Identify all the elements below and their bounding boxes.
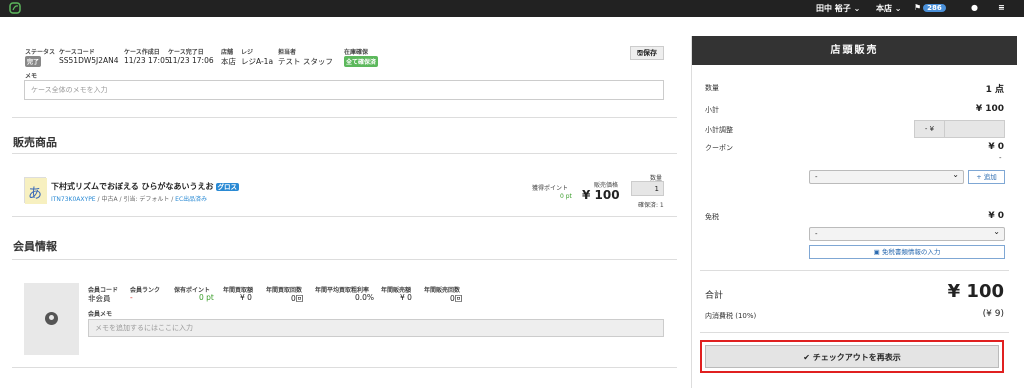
book-cover-icon: あ: [25, 178, 47, 204]
divider: [700, 332, 1009, 333]
svg-text:あ: あ: [28, 186, 42, 202]
product-title: 下村式リズムでおぼえる ひらがなあいうえお: [51, 182, 214, 191]
subtotal-adjust-input[interactable]: [944, 120, 1005, 138]
stock-label: 在庫確保: [344, 49, 369, 56]
status-badge: 完了: [25, 56, 42, 67]
sales-section-title: 販売商品: [13, 136, 57, 149]
hamburger-menu-icon[interactable]: ≡: [998, 3, 1005, 12]
created-label: ケース作成日: [124, 49, 160, 56]
register-label: レジ: [241, 49, 254, 56]
points-value: 0 pt: [560, 193, 572, 200]
member-points-value: 0 pt: [199, 293, 214, 302]
notification-badge: 286: [923, 4, 946, 12]
store-menu[interactable]: 本店 ⌄: [876, 3, 902, 14]
flag-icon: ⚑: [914, 3, 922, 12]
annual-sales-amount-value: ¥ 0: [400, 293, 412, 302]
annual-sales-count-value: 0回: [450, 294, 463, 303]
store-value: 本店: [221, 57, 236, 66]
notifications-button[interactable]: ⚑ 286: [914, 3, 946, 12]
taxfree-docs-button[interactable]: ▣ 免税書類情報の入力: [809, 245, 1005, 259]
ec-listed-link[interactable]: EC出品済み: [175, 196, 207, 203]
stock-badge: 全て確保済: [344, 56, 379, 67]
memo-label: メモ: [25, 73, 38, 80]
divider: [12, 259, 677, 260]
member-memo-label: 会員メモ: [88, 311, 113, 318]
divider: [12, 216, 677, 217]
adjust-prefix: - ¥: [914, 120, 945, 138]
chat-icon[interactable]: ●: [971, 3, 978, 12]
coupon-select[interactable]: -: [809, 170, 964, 184]
save-button[interactable]: 🖫保存: [630, 46, 664, 60]
redisplay-checkout-button[interactable]: ✔ チェックアウトを再表示: [705, 345, 999, 368]
case-memo-input[interactable]: ケース全体のメモを入力: [24, 80, 664, 100]
qty-total-value: 1 点: [985, 85, 1004, 95]
status-label: ステータス: [25, 49, 56, 56]
staff-label: 担当者: [278, 49, 297, 56]
product-meta: ITN73K0AXYPE / 中古A / 引当: デフォルト / EC出品済み: [51, 194, 207, 203]
qty-total-label: 数量: [705, 84, 719, 92]
save-label: 保存: [642, 49, 657, 57]
user-icon: [45, 312, 58, 325]
member-rank-value: -: [130, 293, 133, 302]
product-condition: / 中古A / 引当: デフォルト /: [95, 196, 176, 203]
tax-value: (¥ 9): [982, 309, 1004, 319]
sale-price: ¥ 100: [582, 188, 620, 202]
created-value: 11/23 17:05: [124, 56, 170, 65]
register-panel: 店頭販売 数量 1 点 小計 ¥ 100 小計調整 - ¥ クーポン ¥ 0 -…: [691, 36, 1017, 388]
completed-value: 11/23 17:06: [168, 56, 214, 65]
case-code-value: SS51DW5J2AN4: [59, 56, 119, 65]
member-section-title: 会員情報: [13, 240, 57, 253]
annual-buy-count-value: 0回: [291, 294, 304, 303]
store-label: 店舗: [221, 49, 234, 56]
member-avatar: [24, 283, 79, 355]
divider: [12, 367, 677, 368]
tax-label: 内消費税 (10%): [705, 312, 757, 320]
coupon-label: クーポン: [705, 144, 733, 152]
product-thumbnail[interactable]: あ: [24, 177, 47, 204]
taxfree-docs-label: 免税書類情報の入力: [881, 248, 941, 256]
add-coupon-button[interactable]: + 追加: [968, 170, 1005, 184]
completed-label: ケース完了日: [168, 49, 204, 56]
top-navbar: 田中 裕子 ⌄ 本店 ⌄ ⚑ 286 ● ≡: [0, 0, 1024, 17]
adjust-label: 小計調整: [705, 126, 733, 134]
user-menu[interactable]: 田中 裕子 ⌄: [816, 3, 860, 14]
taxfree-select[interactable]: -: [809, 227, 1005, 241]
divider: [12, 117, 677, 118]
member-code-value: 非会員: [88, 294, 111, 303]
reserved-count: 確保済: 1: [638, 202, 664, 209]
id-card-icon: ▣: [873, 248, 882, 256]
case-code-label: ケースコード: [59, 49, 95, 56]
taxfree-value: ¥ 0: [988, 211, 1004, 221]
taxfree-label: 免税: [705, 213, 719, 221]
subtotal-value: ¥ 100: [975, 104, 1004, 114]
divider: [12, 153, 677, 154]
register-title: 店頭販売: [692, 36, 1017, 65]
subtotal-label: 小計: [705, 106, 719, 114]
product-name[interactable]: 下村式リズムでおぼえる ひらがなあいうえお グロス: [51, 181, 240, 192]
quantity-input[interactable]: 1: [631, 181, 664, 196]
register-value: レジA-1a: [241, 57, 274, 66]
points-label: 獲得ポイント: [532, 185, 569, 192]
total-label: 合計: [705, 291, 724, 301]
annual-buy-amount-value: ¥ 0: [240, 293, 252, 302]
coupon-dash: -: [999, 154, 1002, 162]
staff-value: テスト スタッフ: [278, 57, 333, 66]
product-code-link[interactable]: ITN73K0AXYPE: [51, 196, 96, 203]
member-rank-label: 会員ランク: [130, 287, 161, 294]
coupon-value: ¥ 0: [988, 142, 1004, 152]
app-logo-icon[interactable]: [9, 2, 21, 14]
annual-margin-value: 0.0%: [355, 293, 375, 302]
gross-badge: グロス: [215, 183, 240, 191]
total-value: ¥ 100: [947, 281, 1004, 302]
member-memo-input[interactable]: メモを追加するにはここに入力: [88, 319, 664, 337]
divider: [700, 270, 1009, 271]
checkout-button-frame: ✔ チェックアウトを再表示: [700, 340, 1004, 373]
